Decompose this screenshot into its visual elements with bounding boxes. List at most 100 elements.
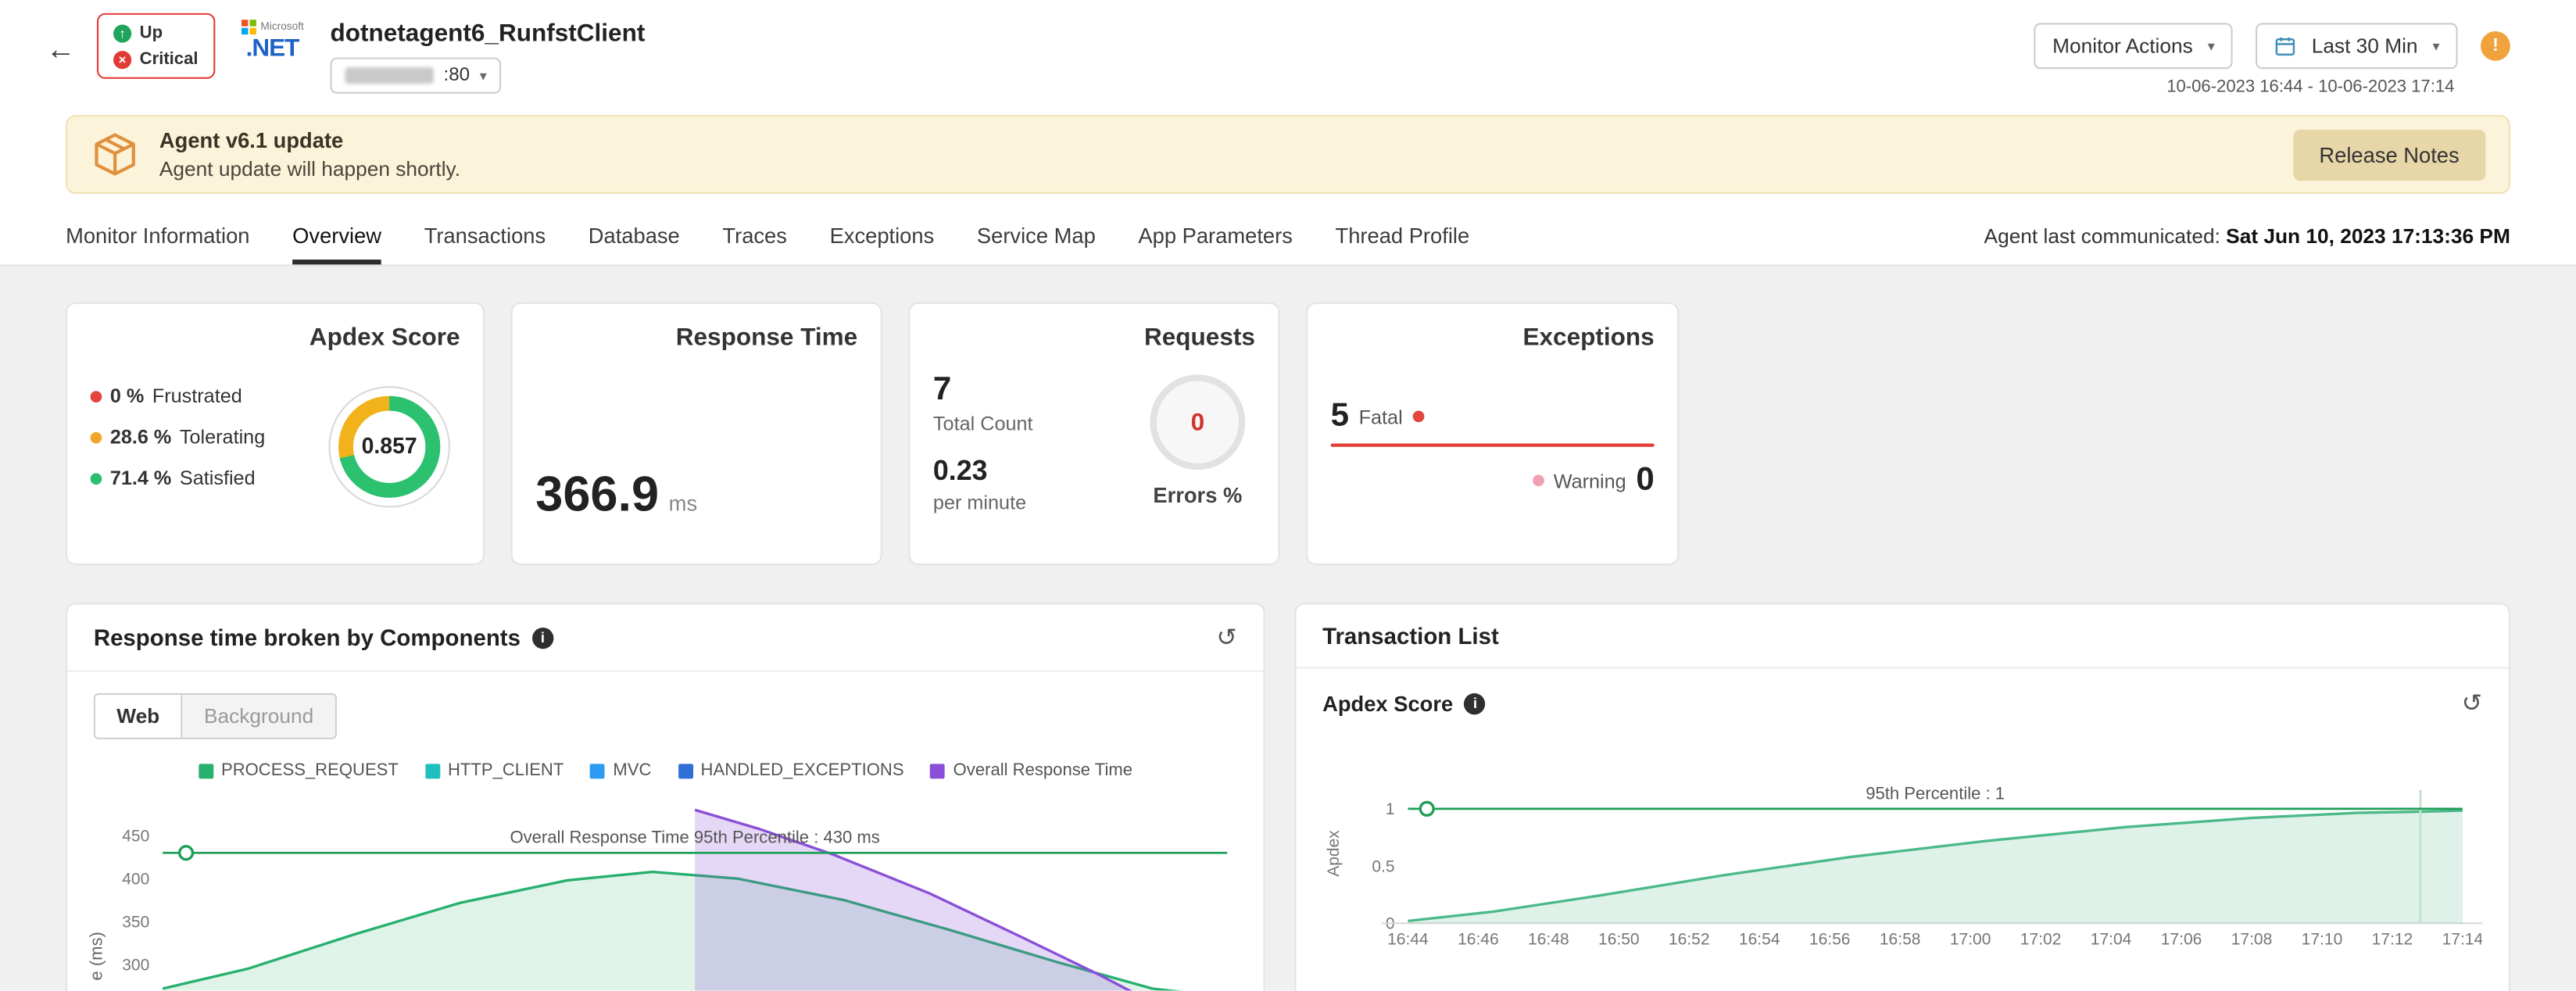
time-range-dropdown[interactable]: Last 30 Min (2256, 23, 2457, 69)
legend-swatch (678, 763, 692, 778)
toggle-web[interactable]: Web (95, 695, 183, 738)
tab-traces[interactable]: Traces (722, 224, 787, 265)
tab-database[interactable]: Database (589, 224, 680, 265)
legend-swatch (930, 763, 945, 778)
banner-message: Agent update will happen shortly. (159, 158, 460, 181)
svg-text:17:12: 17:12 (2372, 931, 2413, 949)
requests-total-count: 7 (933, 371, 1033, 409)
errors-value: 0 (1150, 374, 1245, 470)
svg-text:16:50: 16:50 (1598, 931, 1640, 949)
date-range-text: 10-06-2023 16:44 - 10-06-2023 17:14 (2166, 77, 2454, 97)
critical-icon (113, 50, 131, 68)
release-notes-button[interactable]: Release Notes (2293, 129, 2486, 180)
history-icon[interactable] (2462, 689, 2482, 718)
microsoft-flag-icon (241, 20, 256, 34)
top-bar: Up Critical Microsoft .NET dotnetagent6_… (0, 0, 2576, 102)
tab-transactions[interactable]: Transactions (424, 224, 546, 265)
errors-gauge: 0 Errors % (1150, 374, 1245, 514)
fatal-row: 5 Fatal (1331, 398, 1655, 435)
time-range-label: Last 30 Min (2312, 34, 2418, 57)
tab-exceptions[interactable]: Exceptions (830, 224, 935, 265)
legend-overall-response-time: Overall Response Time (930, 760, 1132, 780)
legend-dot (91, 472, 102, 484)
history-icon[interactable] (1216, 623, 1236, 653)
banner-title: Agent v6.1 update (159, 128, 460, 153)
info-icon[interactable] (532, 627, 553, 648)
requests-total-label: Total Count (933, 413, 1033, 435)
calendar-icon (2274, 34, 2296, 57)
tab-bar: Monitor Information Overview Transaction… (0, 213, 2576, 266)
tab-app-parameters[interactable]: App Parameters (1138, 224, 1292, 265)
card-title: Exceptions (1331, 324, 1655, 352)
package-icon (91, 130, 140, 179)
chevron-down-icon (2432, 37, 2439, 55)
tab-thread-profile[interactable]: Thread Profile (1336, 224, 1470, 265)
toggle-background[interactable]: Background (183, 695, 335, 738)
host-dropdown[interactable]: :80 (330, 58, 501, 94)
svg-text:1: 1 (1386, 800, 1395, 818)
svg-text:17:08: 17:08 (2231, 931, 2273, 949)
legend-swatch (425, 763, 440, 778)
apdex-legend-frustrated: 0 %Frustrated (91, 385, 266, 407)
svg-text:17:04: 17:04 (2091, 931, 2132, 949)
tab-overview[interactable]: Overview (292, 224, 381, 265)
svg-text:Overall Response Time 95th Per: Overall Response Time 95th Percentile : … (510, 828, 879, 847)
back-icon[interactable] (46, 33, 76, 67)
dotnet-logo: Microsoft .NET (241, 20, 304, 63)
status-up: Up (113, 23, 198, 42)
warning-dot (1532, 474, 1544, 486)
apdex-value: 0.857 (353, 410, 425, 481)
redacted-host-text (345, 67, 434, 84)
banner-text: Agent v6.1 update Agent update will happ… (159, 128, 460, 181)
warning-icon[interactable] (2481, 31, 2510, 61)
svg-text:16:48: 16:48 (1528, 931, 1569, 949)
apdex-chart: 10.5016:4416:4616:4816:5016:5216:5416:56… (1312, 754, 2482, 954)
tab-monitor-information[interactable]: Monitor Information (66, 224, 249, 265)
svg-text:17:00: 17:00 (1950, 931, 1991, 949)
chevron-down-icon (2208, 37, 2215, 55)
card-title: Apdex Score (91, 324, 460, 352)
legend-dot (91, 390, 102, 402)
overview-content: Apdex Score 0 %Frustrated 28.6 %Tolerati… (0, 267, 2576, 991)
apdex-donut-ring: 0.857 (338, 395, 440, 497)
svg-text:Apdex: Apdex (1325, 830, 1343, 877)
monitor-status-box: Up Critical (97, 13, 215, 79)
chart-panels-row: Response time broken by Components Web B… (66, 603, 2510, 990)
fatal-label: Fatal (1359, 405, 1403, 428)
svg-text:400: 400 (122, 871, 149, 889)
apdex-legend: 0 %Frustrated 28.6 %Tolerating 71.4 %Sat… (91, 385, 266, 508)
apdex-legend-tolerating: 28.6 %Tolerating (91, 425, 266, 448)
up-icon (113, 23, 131, 41)
svg-text:300: 300 (122, 957, 149, 975)
tab-service-map[interactable]: Service Map (977, 224, 1096, 265)
web-background-toggle: Web Background (94, 693, 337, 739)
requests-per-minute: 0.23 (933, 455, 1033, 488)
fatal-dot (1412, 411, 1424, 423)
legend-swatch (199, 763, 213, 778)
response-time-card: Response Time 366.9 ms (511, 302, 882, 565)
warning-row: Warning 0 (1331, 462, 1655, 499)
svg-text:17:02: 17:02 (2020, 931, 2062, 949)
apm-dashboard: Up Critical Microsoft .NET dotnetagent6_… (0, 0, 2576, 991)
transaction-panel-title: Transaction List (1322, 623, 1499, 649)
host-port: :80 (444, 66, 470, 85)
legend-process-request: PROCESS_REQUEST (199, 760, 399, 780)
svg-text:17:06: 17:06 (2161, 931, 2202, 949)
response-time-unit: ms (669, 491, 697, 516)
chevron-down-icon (480, 66, 487, 84)
components-ylabel: e (ms) (87, 914, 106, 991)
requests-card: Requests 7 Total Count 0.23 per minute 0… (908, 302, 1279, 565)
apdex-gauge: 0.857 (328, 385, 450, 507)
logo-product: .NET (246, 34, 299, 63)
status-critical-label: Critical (140, 49, 199, 69)
svg-text:16:52: 16:52 (1669, 931, 1710, 949)
components-chart: 450400350300Overall Response Time 95th P… (94, 787, 1240, 991)
info-icon[interactable] (1465, 692, 1486, 714)
svg-text:16:54: 16:54 (1739, 931, 1780, 949)
monitor-actions-dropdown[interactable]: Monitor Actions (2034, 23, 2233, 69)
page-title: dotnetagent6_RunfstClient (330, 20, 645, 48)
apdex-legend-satisfied: 71.4 %Satisfied (91, 467, 266, 489)
status-critical: Critical (113, 49, 198, 69)
warning-value: 0 (1636, 462, 1654, 499)
monitor-actions-label: Monitor Actions (2052, 34, 2193, 57)
